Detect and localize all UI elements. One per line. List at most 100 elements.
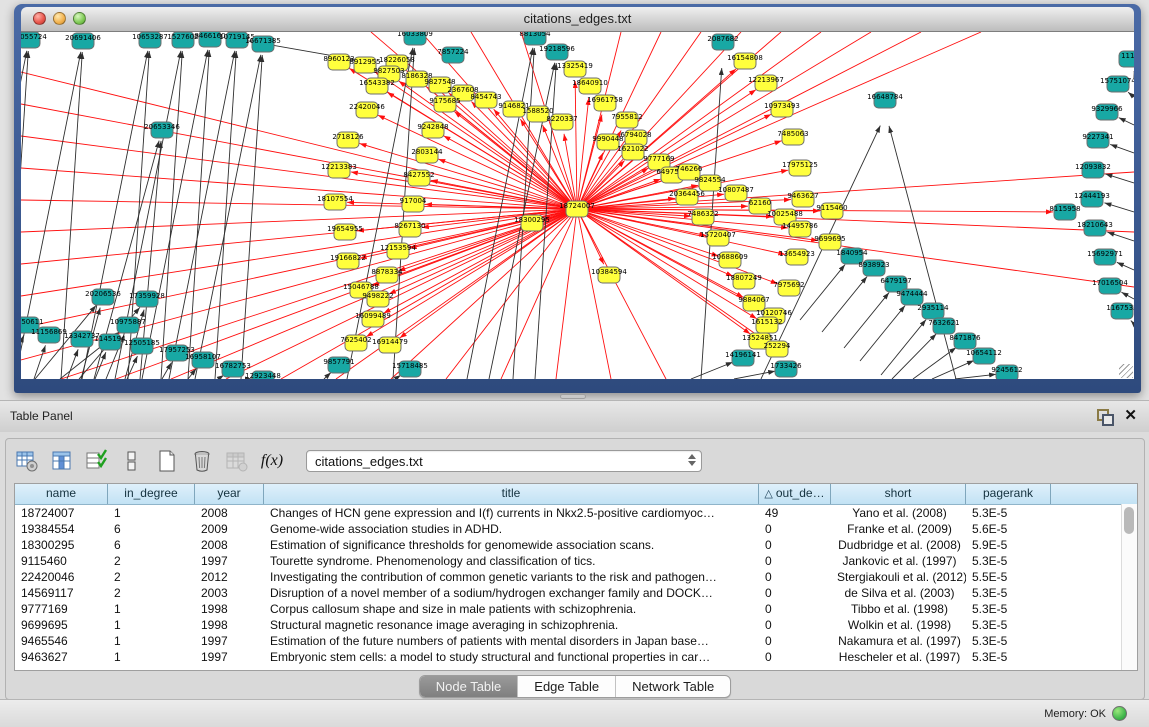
- table-cell[interactable]: 2009: [195, 521, 264, 537]
- table-cell[interactable]: 0: [759, 585, 831, 601]
- table-cell[interactable]: 9777169: [15, 601, 108, 617]
- column-header-in_degree[interactable]: in_degree: [108, 484, 195, 504]
- split-pane-handle[interactable]: [560, 394, 586, 399]
- column-header-pagerank[interactable]: pagerank: [966, 484, 1051, 504]
- table-cell[interactable]: 9115460: [15, 553, 108, 569]
- table-cell[interactable]: 5.3E-5: [966, 585, 1051, 601]
- show-columns-icon[interactable]: [49, 448, 75, 474]
- table-row[interactable]: 969969511998Structural magnetic resonanc…: [15, 617, 1137, 633]
- table-cell[interactable]: 2: [108, 569, 195, 585]
- table-cell[interactable]: 1997: [195, 649, 264, 665]
- memory-ok-icon[interactable]: [1112, 706, 1127, 721]
- table-cell[interactable]: Wolkin et al. (1998): [831, 617, 966, 633]
- tab-edge-table[interactable]: Edge Table: [518, 676, 616, 697]
- table-row[interactable]: 977716911998Corpus callosum shape and si…: [15, 601, 1137, 617]
- delete-table-icon[interactable]: [189, 448, 215, 474]
- table-cell[interactable]: Tibbo et al. (1998): [831, 601, 966, 617]
- table-cell[interactable]: 5.3E-5: [966, 633, 1051, 649]
- table-cell[interactable]: 1: [108, 617, 195, 633]
- vertical-scrollbar[interactable]: [1121, 504, 1137, 670]
- table-cell[interactable]: 1997: [195, 633, 264, 649]
- table-cell[interactable]: Tourette syndrome. Phenomenology and cla…: [264, 553, 759, 569]
- float-panel-icon[interactable]: [1096, 408, 1112, 424]
- table-cell[interactable]: 5.5E-5: [966, 569, 1051, 585]
- table-cell[interactable]: 2008: [195, 537, 264, 553]
- table-cell[interactable]: 0: [759, 521, 831, 537]
- table-cell[interactable]: 22420046: [15, 569, 108, 585]
- table-cell[interactable]: 5.6E-5: [966, 521, 1051, 537]
- table-row[interactable]: 1456911722003Disruption of a novel membe…: [15, 585, 1137, 601]
- table-cell[interactable]: Stergiakouli et al. (2012): [831, 569, 966, 585]
- table-select-combobox[interactable]: citations_edges.txt: [306, 450, 702, 472]
- table-row[interactable]: 1872400712008Changes of HCN gene express…: [15, 505, 1137, 521]
- table-cell[interactable]: de Silva et al. (2003): [831, 585, 966, 601]
- table-cell[interactable]: Genome-wide association studies in ADHD.: [264, 521, 759, 537]
- table-row[interactable]: 946362711997Embryonic stem cells: a mode…: [15, 649, 1137, 665]
- table-cell[interactable]: Disruption of a novel member of a sodium…: [264, 585, 759, 601]
- table-cell[interactable]: 1: [108, 505, 195, 521]
- table-cell[interactable]: Jankovic et al. (1997): [831, 553, 966, 569]
- row-height-icon[interactable]: [119, 448, 145, 474]
- table-cell[interactable]: Embryonic stem cells: a model to study s…: [264, 649, 759, 665]
- select-columns-icon[interactable]: [84, 448, 110, 474]
- table-cell[interactable]: Investigating the contribution of common…: [264, 569, 759, 585]
- table-cell[interactable]: 2: [108, 553, 195, 569]
- column-header-name[interactable]: name: [15, 484, 108, 504]
- window-resize-grip-icon[interactable]: [1119, 364, 1133, 378]
- table-cell[interactable]: 0: [759, 617, 831, 633]
- table-cell[interactable]: 5.9E-5: [966, 537, 1051, 553]
- table-cell[interactable]: 0: [759, 569, 831, 585]
- table-cell[interactable]: 14569117: [15, 585, 108, 601]
- table-cell[interactable]: 1998: [195, 601, 264, 617]
- tab-network-table[interactable]: Network Table: [616, 676, 730, 697]
- table-cell[interactable]: 1: [108, 633, 195, 649]
- tab-node-table[interactable]: Node Table: [420, 676, 519, 697]
- table-cell[interactable]: 5.3E-5: [966, 649, 1051, 665]
- table-cell[interactable]: 1: [108, 649, 195, 665]
- network-window-titlebar[interactable]: citations_edges.txt: [21, 7, 1134, 32]
- table-cell[interactable]: 18300295: [15, 537, 108, 553]
- table-cell[interactable]: 9463627: [15, 649, 108, 665]
- table-cell[interactable]: 6: [108, 537, 195, 553]
- table-cell[interactable]: 19384554: [15, 521, 108, 537]
- column-header-year[interactable]: year: [195, 484, 264, 504]
- function-builder-icon[interactable]: f(x): [259, 448, 285, 474]
- table-cell[interactable]: Dudbridge et al. (2008): [831, 537, 966, 553]
- table-row[interactable]: 911546021997Tourette syndrome. Phenomeno…: [15, 553, 1137, 569]
- table-cell[interactable]: 6: [108, 521, 195, 537]
- table-cell[interactable]: 18724007: [15, 505, 108, 521]
- table-cell[interactable]: 9699695: [15, 617, 108, 633]
- table-cell[interactable]: 0: [759, 649, 831, 665]
- table-cell[interactable]: Estimation of significance thresholds fo…: [264, 537, 759, 553]
- create-table-icon[interactable]: [154, 448, 180, 474]
- table-settings-icon[interactable]: [14, 448, 40, 474]
- table-cell[interactable]: Yano et al. (2008): [831, 505, 966, 521]
- network-graph[interactable]: 8960123891295518226058982750381863289827…: [21, 32, 1134, 379]
- table-cell[interactable]: Nakamura et al. (1997): [831, 633, 966, 649]
- table-cell[interactable]: 5.3E-5: [966, 505, 1051, 521]
- table-cell[interactable]: Structural magnetic resonance image aver…: [264, 617, 759, 633]
- table-cell[interactable]: 0: [759, 601, 831, 617]
- table-cell[interactable]: 2: [108, 585, 195, 601]
- close-panel-icon[interactable]: ✕: [1124, 408, 1137, 424]
- table-cell[interactable]: Changes of HCN gene expression and I(f) …: [264, 505, 759, 521]
- column-header-out_de[interactable]: △out_de…: [759, 484, 831, 504]
- table-cell[interactable]: 1: [108, 601, 195, 617]
- scrollbar-thumb[interactable]: [1124, 507, 1134, 534]
- table-row[interactable]: 946554611997Estimation of the future num…: [15, 633, 1137, 649]
- table-cell[interactable]: 2003: [195, 585, 264, 601]
- table-cell[interactable]: Hescheler et al. (1997): [831, 649, 966, 665]
- table-cell[interactable]: Corpus callosum shape and size in male p…: [264, 601, 759, 617]
- table-cell[interactable]: 2012: [195, 569, 264, 585]
- table-cell[interactable]: 5.3E-5: [966, 617, 1051, 633]
- table-cell[interactable]: 1998: [195, 617, 264, 633]
- table-cell[interactable]: 0: [759, 537, 831, 553]
- table-cell[interactable]: 49: [759, 505, 831, 521]
- table-row[interactable]: 1830029562008Estimation of significance …: [15, 537, 1137, 553]
- table-cell[interactable]: 5.3E-5: [966, 553, 1051, 569]
- table-cell[interactable]: 2008: [195, 505, 264, 521]
- column-header-title[interactable]: title: [264, 484, 759, 504]
- table-cell[interactable]: 0: [759, 553, 831, 569]
- table-cell[interactable]: Estimation of the future numbers of pati…: [264, 633, 759, 649]
- table-cell[interactable]: Franke et al. (2009): [831, 521, 966, 537]
